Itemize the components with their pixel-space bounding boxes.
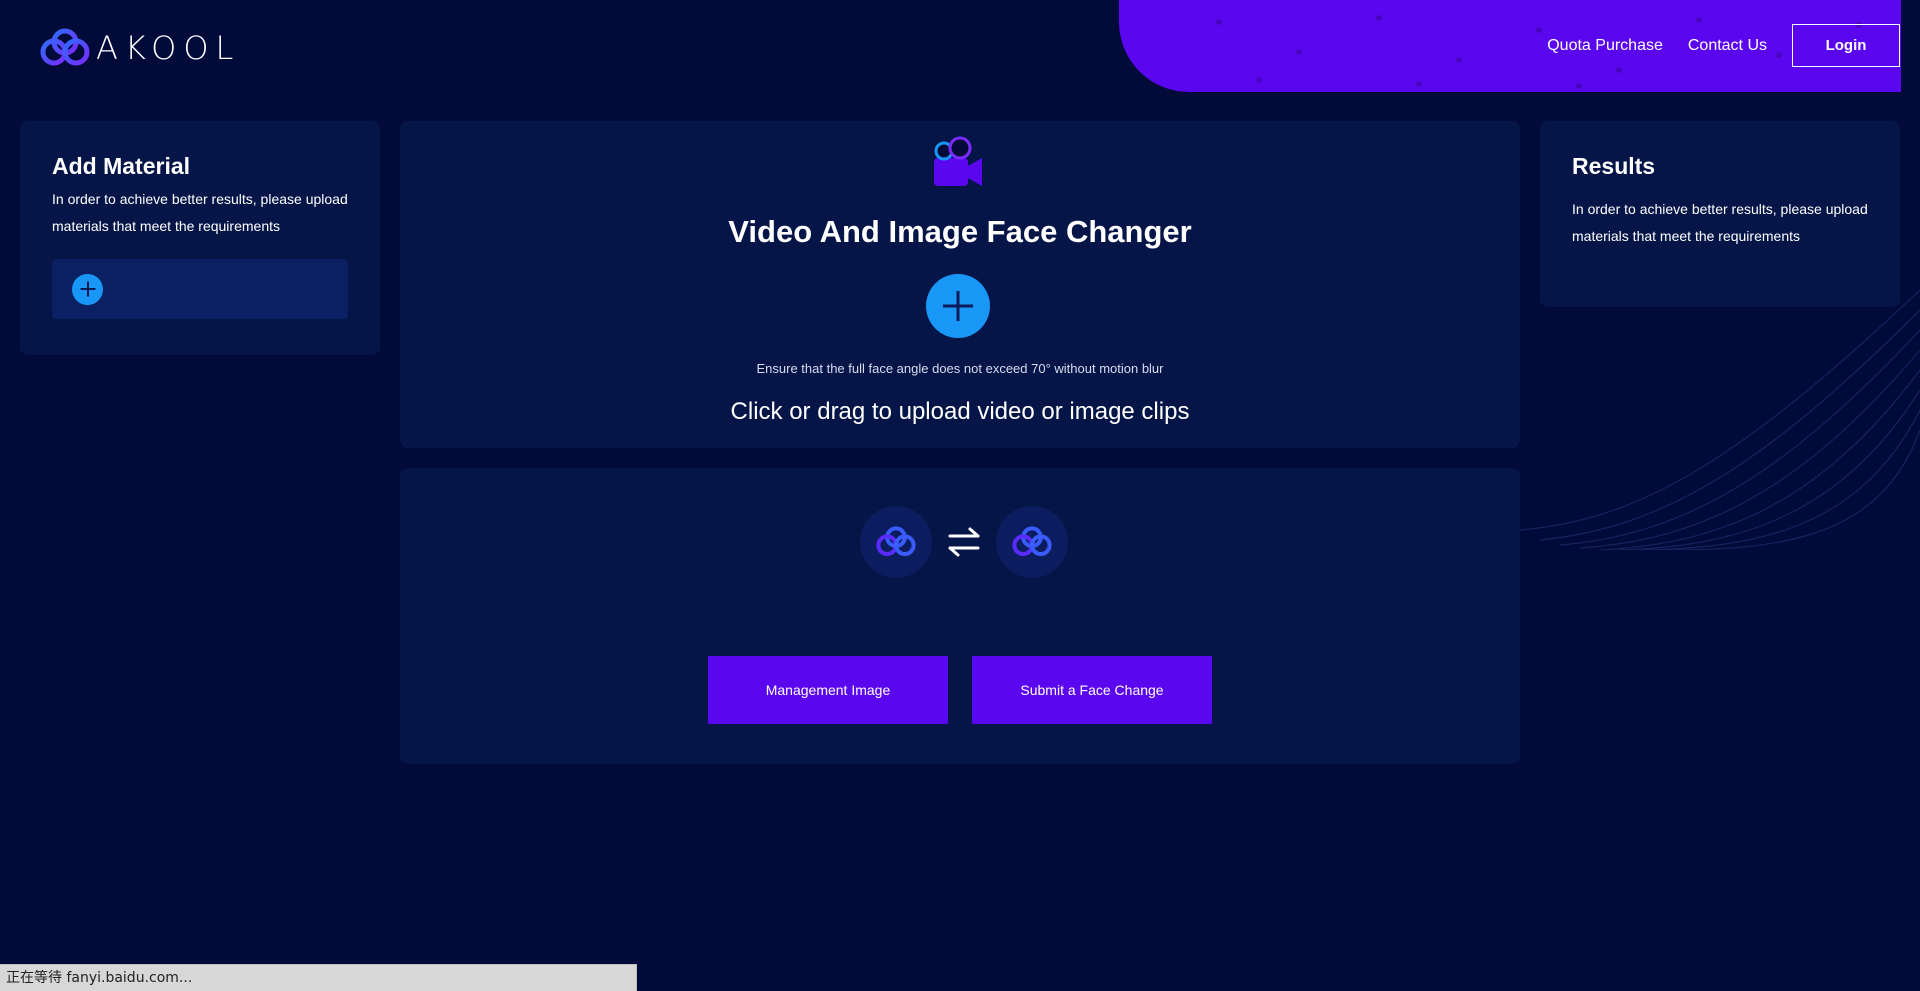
- add-material-title: Add Material: [52, 153, 191, 179]
- face-swap-preview: [860, 506, 1068, 578]
- source-face-avatar: [860, 506, 932, 578]
- material-upload-slot[interactable]: [52, 259, 348, 319]
- add-material-description: In order to achieve better results, plea…: [52, 191, 348, 234]
- results-description: In order to achieve better results, plea…: [1572, 201, 1868, 244]
- akool-logo[interactable]: AKOOL: [40, 26, 240, 70]
- target-face-avatar: [996, 506, 1068, 578]
- upload-panel[interactable]: Video And Image Face Changer Ensure that…: [400, 121, 1520, 448]
- logo-text: AKOOL: [96, 29, 241, 67]
- results-panel: Results In order to achieve better resul…: [1540, 121, 1900, 307]
- management-image-button[interactable]: Management Image: [708, 656, 948, 724]
- browser-status-bar: 正在等待 fanyi.baidu.com...: [0, 964, 637, 991]
- add-material-plus-icon[interactable]: [72, 273, 103, 305]
- add-material-panel: Add Material In order to achieve better …: [20, 121, 380, 355]
- top-nav: Quota Purchase Contact Us Login: [1547, 24, 1900, 67]
- results-title: Results: [1572, 153, 1656, 179]
- avatar-logo-icon: [876, 526, 916, 556]
- video-camera-icon: [934, 136, 982, 186]
- nav-contact-us[interactable]: Contact Us: [1688, 37, 1767, 55]
- face-swap-panel: Management Image Submit a Face Change: [400, 468, 1520, 764]
- akool-logo-icon: [40, 28, 90, 66]
- login-button[interactable]: Login: [1792, 24, 1900, 67]
- avatar-logo-icon: [1012, 526, 1052, 556]
- page: AKOOL Quota Purchase Contact Us Login Ad…: [0, 0, 1920, 991]
- page-title: Video And Image Face Changer: [728, 214, 1192, 249]
- swap-icon: [948, 527, 980, 557]
- upload-instruction[interactable]: Click or drag to upload video or image c…: [400, 398, 1520, 426]
- submit-face-change-button[interactable]: Submit a Face Change: [972, 656, 1212, 724]
- action-buttons: Management Image Submit a Face Change: [708, 656, 1212, 724]
- upload-hint: Ensure that the full face angle does not…: [756, 361, 1164, 376]
- nav-quota-purchase[interactable]: Quota Purchase: [1547, 37, 1663, 55]
- upload-plus-icon[interactable]: [926, 274, 990, 338]
- decorative-waves: [1520, 289, 1920, 550]
